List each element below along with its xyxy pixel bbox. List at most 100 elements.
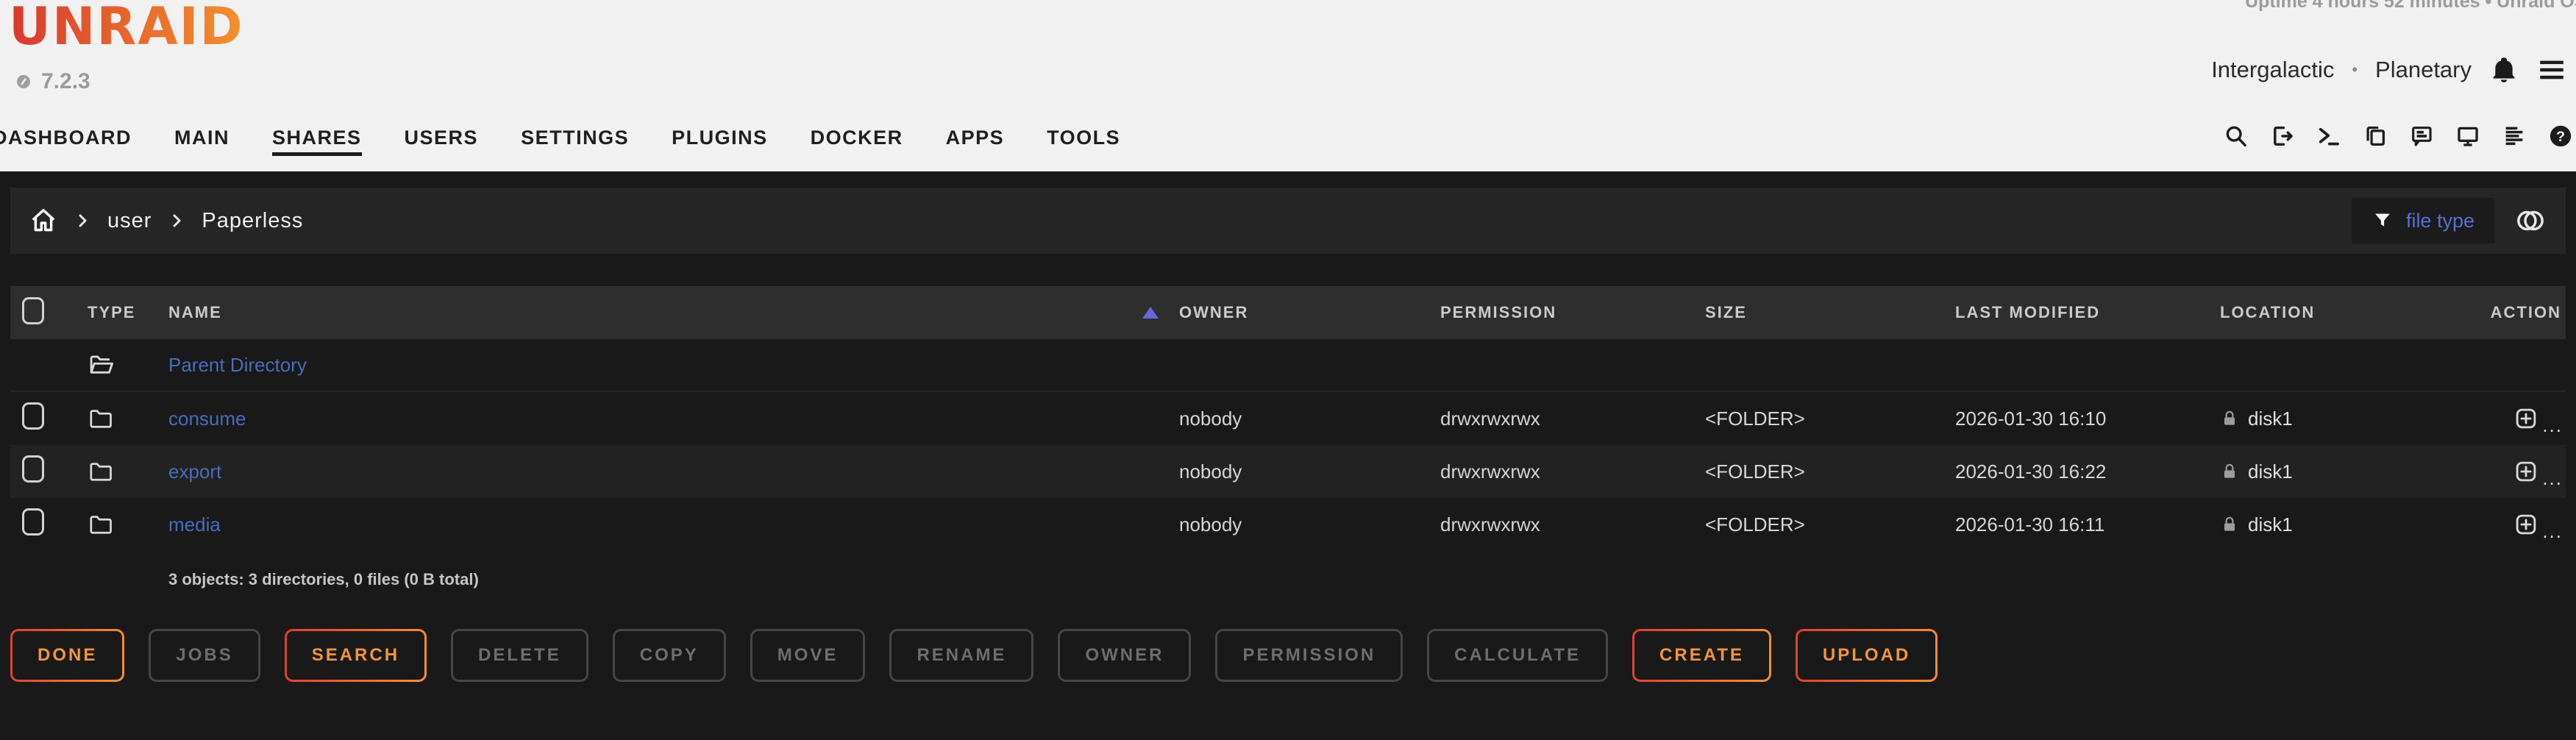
folder-icon [88,458,114,485]
lock-icon [2220,409,2239,428]
file-name-link[interactable]: consume [168,408,246,430]
row-checkbox[interactable] [22,508,44,536]
menu-icon[interactable] [2536,54,2567,85]
svg-text:?: ? [2556,129,2565,145]
modified-value: 2026-01-30 16:22 [1955,460,2220,483]
row-actions-button[interactable]: ... [2455,510,2566,538]
help-icon[interactable]: ? [2548,124,2573,149]
row-actions-button[interactable]: ... [2455,405,2566,433]
sort-ascending-icon [1142,307,1159,319]
folder-icon [88,405,114,432]
server-name: Intergalactic [2211,57,2334,83]
action-button-bar: DONE JOBS SEARCH DELETE COPY MOVE RENAME… [10,629,2566,682]
search-button[interactable]: SEARCH [285,629,427,682]
row-checkbox[interactable] [22,402,44,430]
toolbar-icons: ? [2224,124,2573,149]
nav-plugins[interactable]: PLUGINS [672,127,768,156]
row-checkbox[interactable] [22,455,44,483]
folder-open-icon [88,351,115,379]
main-nav: DASHBOARD MAIN SHARES USERS SETTINGS PLU… [0,127,1120,156]
breadcrumb: user Paperless [29,207,303,235]
breadcrumb-tools: file type [2352,198,2547,243]
actions-ellipsis: ... [2542,524,2563,538]
file-manager-panel: user Paperless file type TYPE NAME O [0,188,2576,740]
table-row: export nobody drwxrwxrwx <FOLDER> 2026-0… [10,445,2566,498]
col-location[interactable]: LOCATION [2220,303,2455,322]
done-button[interactable]: DONE [10,629,124,682]
log-icon[interactable] [2502,124,2527,149]
nav-settings[interactable]: SETTINGS [521,127,629,156]
feedback-icon[interactable] [2409,124,2434,149]
nav-shares[interactable]: SHARES [272,127,362,156]
calculate-button[interactable]: CALCULATE [1427,629,1608,682]
col-name[interactable]: NAME [168,303,1179,322]
col-owner[interactable]: OWNER [1179,303,1440,322]
search-icon[interactable] [2224,124,2249,149]
breadcrumb-segment-paperless[interactable]: Paperless [202,209,303,233]
remote-access-icon[interactable] [2455,124,2480,149]
server-separator: • [2352,60,2358,79]
delete-button[interactable]: DELETE [451,629,588,682]
nav-dashboard[interactable]: DASHBOARD [0,127,132,156]
filter-funnel-icon [2372,210,2393,231]
table-row: media nobody drwxrwxrwx <FOLDER> 2026-01… [10,498,2566,551]
file-type-filter[interactable]: file type [2352,198,2495,243]
lock-icon [2220,515,2239,534]
breadcrumb-segment-user[interactable]: user [107,209,152,233]
copy-button[interactable]: COPY [613,629,726,682]
view-toggle-icon[interactable] [2514,204,2547,237]
location-value: disk1 [2248,460,2293,483]
logout-icon[interactable] [2270,124,2295,149]
row-actions-button[interactable]: ... [2455,458,2566,485]
nav-main[interactable]: MAIN [174,127,230,156]
version-label: 7.2.3 [41,69,90,94]
permission-button[interactable]: PERMISSION [1215,629,1403,682]
uptime-status: Uptime 4 hours 52 minutes • Unraid OS St… [2245,0,2576,13]
col-last-modified[interactable]: LAST MODIFIED [1955,303,2220,322]
top-header: UNRAID 7.2.3 Uptime 4 hours 52 minutes •… [0,0,2576,171]
select-all-checkbox[interactable] [22,297,44,324]
copy-icon[interactable] [2363,124,2388,149]
expand-actions-icon [2512,458,2540,485]
chevron-right-icon [74,212,91,230]
parent-directory-link[interactable]: Parent Directory [168,354,307,376]
create-button[interactable]: CREATE [1632,629,1771,682]
bell-icon[interactable] [2489,55,2519,85]
server-identity: Intergalactic • Planetary [2211,54,2567,85]
breadcrumb-bar: user Paperless file type [10,188,2566,254]
server-description: Planetary [2375,57,2472,83]
object-count-summary: 3 objects: 3 directories, 0 files (0 B t… [168,570,2566,589]
upload-button[interactable]: UPLOAD [1796,629,1938,682]
terminal-icon[interactable] [2316,124,2341,149]
file-name-link[interactable]: media [168,513,221,536]
modified-value: 2026-01-30 16:11 [1955,513,2220,536]
location-value: disk1 [2248,513,2293,536]
col-permission[interactable]: PERMISSION [1440,303,1705,322]
owner-value: nobody [1179,408,1440,430]
owner-value: nobody [1179,460,1440,483]
version-row: 7.2.3 [15,69,90,94]
nav-docker[interactable]: DOCKER [811,127,903,156]
size-value: <FOLDER> [1705,513,1955,536]
jobs-button[interactable]: JOBS [149,629,260,682]
lock-icon [2220,462,2239,481]
rename-button[interactable]: RENAME [889,629,1033,682]
actions-ellipsis: ... [2542,418,2563,433]
table-header: TYPE NAME OWNER PERMISSION SIZE LAST MOD… [10,286,2566,339]
nav-apps[interactable]: APPS [946,127,1005,156]
location-value: disk1 [2248,408,2293,430]
col-type[interactable]: TYPE [88,303,168,322]
move-button[interactable]: MOVE [750,629,866,682]
nav-tools[interactable]: TOOLS [1047,127,1120,156]
unraid-logo: UNRAID [9,0,244,54]
version-dot-icon [15,73,32,90]
file-name-link[interactable]: export [168,460,221,483]
permission-value: drwxrwxrwx [1440,460,1705,483]
permission-value: drwxrwxrwx [1440,513,1705,536]
home-icon[interactable] [29,207,57,235]
modified-value: 2026-01-30 16:10 [1955,408,2220,430]
col-size[interactable]: SIZE [1705,303,1955,322]
nav-users[interactable]: USERS [405,127,479,156]
owner-button[interactable]: OWNER [1058,629,1191,682]
chevron-right-icon [168,212,185,230]
